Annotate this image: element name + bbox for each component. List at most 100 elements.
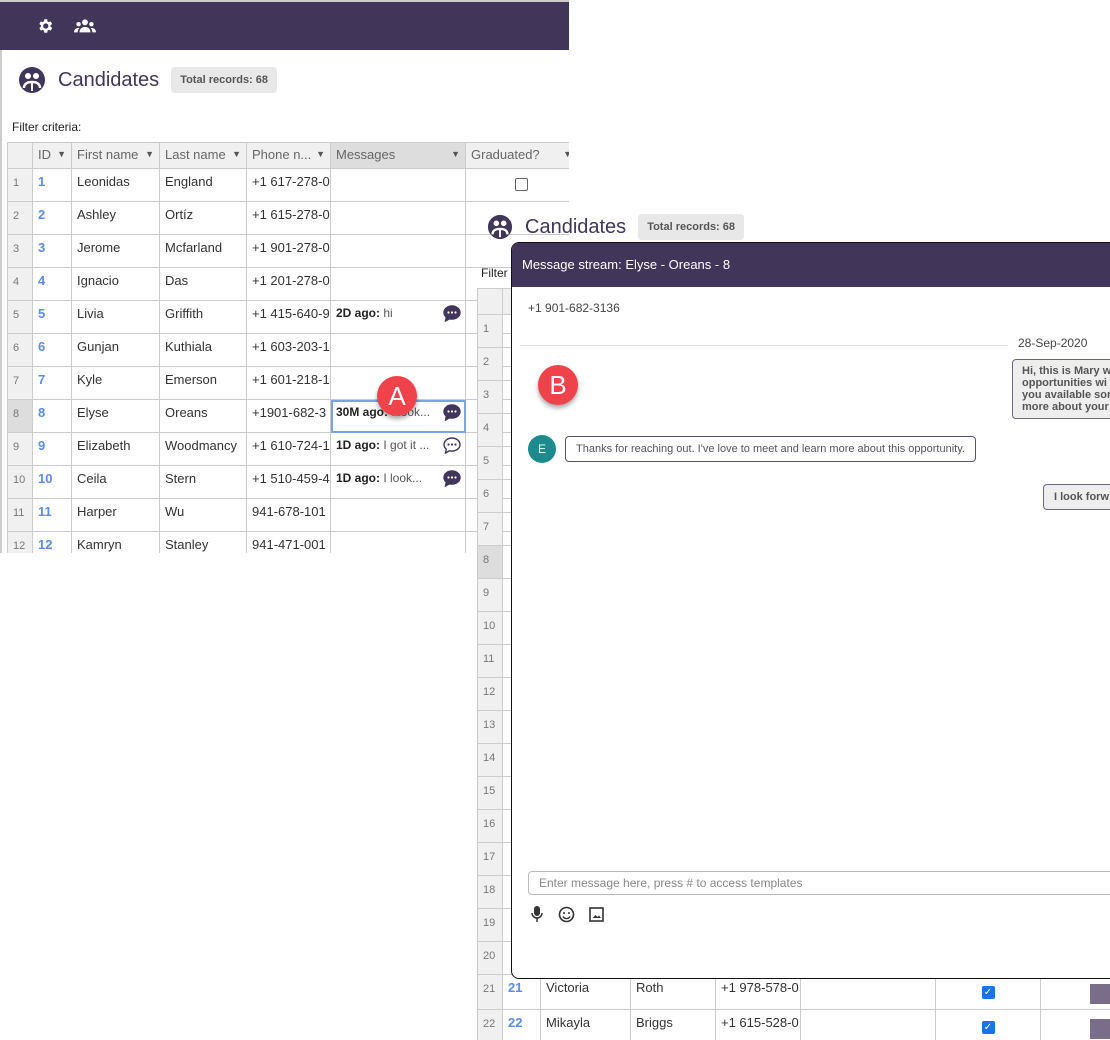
sort-dropdown-icon[interactable]: ▼ xyxy=(57,149,66,159)
phone-cell[interactable]: +1 617-278-0 xyxy=(246,168,331,202)
first-name-cell[interactable]: Mikayla xyxy=(540,1009,631,1040)
messages-cell[interactable] xyxy=(330,201,466,235)
last-name-cell[interactable]: Woodmancy xyxy=(159,432,247,466)
sort-dropdown-icon[interactable]: ▼ xyxy=(316,149,325,159)
phone-cell[interactable]: +1 901-278-0 xyxy=(246,234,331,268)
image-icon[interactable] xyxy=(589,907,604,922)
last-name-cell[interactable]: Roth xyxy=(630,974,716,1010)
message-bubble-icon[interactable] xyxy=(443,305,461,322)
candidate-id-link[interactable]: 22 xyxy=(502,1009,541,1040)
messages-cell[interactable] xyxy=(330,234,466,268)
messages-cell[interactable] xyxy=(800,974,936,1010)
phone-cell[interactable]: +1 510-459-4 xyxy=(246,465,331,499)
page-title: Candidates xyxy=(58,68,160,91)
phone-cell[interactable]: +1 415-640-9 xyxy=(246,300,331,334)
messages-cell[interactable]: 1D ago: I got it ... xyxy=(330,432,466,466)
message-bubble-icon[interactable] xyxy=(443,404,461,421)
first-name-cell[interactable]: Ceila xyxy=(71,465,160,499)
phone-cell[interactable]: +1 978-578-0 xyxy=(715,974,801,1010)
table-row[interactable]: 22 22 Mikayla Briggs +1 615-528-0 ✓ xyxy=(477,1009,1110,1040)
phone-cell[interactable]: 941-678-101 xyxy=(246,498,331,532)
messages-cell[interactable] xyxy=(330,333,466,367)
first-name-cell[interactable]: Leonidas xyxy=(71,168,160,202)
sort-dropdown-icon[interactable]: ▼ xyxy=(563,149,569,159)
first-name-cell[interactable]: Gunjan xyxy=(71,333,160,367)
candidate-id-link[interactable]: 10 xyxy=(32,465,72,499)
phone-cell[interactable]: +1 615-278-0 xyxy=(246,201,331,235)
candidate-id-link[interactable]: 9 xyxy=(32,432,72,466)
last-name-cell[interactable]: Kuthiala xyxy=(159,333,247,367)
last-name-cell[interactable]: Das xyxy=(159,267,247,301)
microphone-icon[interactable] xyxy=(530,906,544,922)
first-name-cell[interactable]: Harper xyxy=(71,498,160,532)
candidate-id-link[interactable]: 2 xyxy=(32,201,72,235)
sort-dropdown-icon[interactable]: ▼ xyxy=(145,149,154,159)
first-name-cell[interactable]: Kyle xyxy=(71,366,160,400)
message-bubble-icon[interactable] xyxy=(443,470,461,487)
candidate-id-link[interactable]: 21 xyxy=(502,974,541,1010)
candidate-id-link[interactable]: 1 xyxy=(32,168,72,202)
messages-cell[interactable] xyxy=(330,531,466,553)
last-name-cell[interactable]: Briggs xyxy=(630,1009,716,1040)
messages-cell[interactable] xyxy=(330,168,466,202)
messages-cell[interactable] xyxy=(330,267,466,301)
first-name-cell[interactable]: Jerome xyxy=(71,234,160,268)
emoji-icon[interactable] xyxy=(558,906,575,923)
candidate-id-link[interactable]: 12 xyxy=(32,531,72,553)
messages-cell[interactable] xyxy=(330,498,466,532)
people-icon[interactable] xyxy=(74,17,96,35)
table-row[interactable]: 21 21 Victoria Roth +1 978-578-0 ✓ xyxy=(477,974,1110,1010)
first-name-cell[interactable]: Livia xyxy=(71,300,160,334)
last-name-cell[interactable]: Ortíz xyxy=(159,201,247,235)
first-name-cell[interactable]: Ignacio xyxy=(71,267,160,301)
column-header[interactable]: Phone n... ▼ xyxy=(246,142,331,169)
messages-cell[interactable]: 2D ago: hi xyxy=(330,300,466,334)
phone-cell[interactable]: +1 601-218-1 xyxy=(246,366,331,400)
first-name-cell[interactable]: Ashley xyxy=(71,201,160,235)
message-input[interactable]: Enter message here, press # to access te… xyxy=(528,871,1110,895)
first-name-cell[interactable]: Elizabeth xyxy=(71,432,160,466)
sort-dropdown-icon[interactable]: ▼ xyxy=(232,149,241,159)
last-name-cell[interactable]: Oreans xyxy=(159,399,247,433)
candidate-id-link[interactable]: 8 xyxy=(32,399,72,433)
gear-icon[interactable] xyxy=(36,17,54,35)
last-name-cell[interactable]: Griffith xyxy=(159,300,247,334)
phone-cell[interactable]: 941-471-001 xyxy=(246,531,331,553)
column-header[interactable]: First name ▼ xyxy=(71,142,160,169)
graduated-cell[interactable]: ✓ xyxy=(935,974,1041,1010)
candidate-id-link[interactable]: 3 xyxy=(32,234,72,268)
candidate-id-link[interactable]: 4 xyxy=(32,267,72,301)
phone-cell[interactable]: +1 610-724-1 xyxy=(246,432,331,466)
candidate-id-link[interactable]: 6 xyxy=(32,333,72,367)
first-name-cell[interactable]: Victoria xyxy=(540,974,631,1010)
column-header[interactable]: Graduated?▼ xyxy=(465,142,569,169)
phone-cell[interactable]: +1 603-203-1 xyxy=(246,333,331,367)
graduated-cell[interactable] xyxy=(465,168,569,202)
graduated-checkbox[interactable]: ✓ xyxy=(981,986,995,999)
graduated-cell[interactable]: ✓ xyxy=(935,1009,1041,1040)
message-bubble-icon[interactable] xyxy=(443,437,461,454)
last-name-cell[interactable]: Stern xyxy=(159,465,247,499)
messages-cell[interactable]: 1D ago: I look... xyxy=(330,465,466,499)
candidate-id-link[interactable]: 5 xyxy=(32,300,72,334)
graduated-checkbox[interactable] xyxy=(515,178,528,191)
last-name-cell[interactable]: Emerson xyxy=(159,366,247,400)
last-name-cell[interactable]: Stanley xyxy=(159,531,247,553)
last-name-cell[interactable]: England xyxy=(159,168,247,202)
column-header[interactable]: Last name ▼ xyxy=(159,142,247,169)
first-name-cell[interactable]: Elyse xyxy=(71,399,160,433)
phone-cell[interactable]: +1901-682-3 xyxy=(246,399,331,433)
first-name-cell[interactable]: Kamryn xyxy=(71,531,160,553)
candidate-id-link[interactable]: 7 xyxy=(32,366,72,400)
phone-cell[interactable]: +1 201-278-0 xyxy=(246,267,331,301)
last-name-cell[interactable]: Wu xyxy=(159,498,247,532)
graduated-checkbox[interactable]: ✓ xyxy=(981,1021,995,1034)
column-header[interactable]: Messages ▼ xyxy=(330,142,466,169)
table-row[interactable]: 1 1 Leonidas England +1 617-278-0 xyxy=(7,168,569,202)
last-name-cell[interactable]: Mcfarland xyxy=(159,234,247,268)
messages-cell[interactable] xyxy=(800,1009,936,1040)
candidate-id-link[interactable]: 11 xyxy=(32,498,72,532)
column-header[interactable]: ID ▼ xyxy=(32,142,72,169)
phone-cell[interactable]: +1 615-528-0 xyxy=(715,1009,801,1040)
sort-dropdown-icon[interactable]: ▼ xyxy=(451,149,460,159)
